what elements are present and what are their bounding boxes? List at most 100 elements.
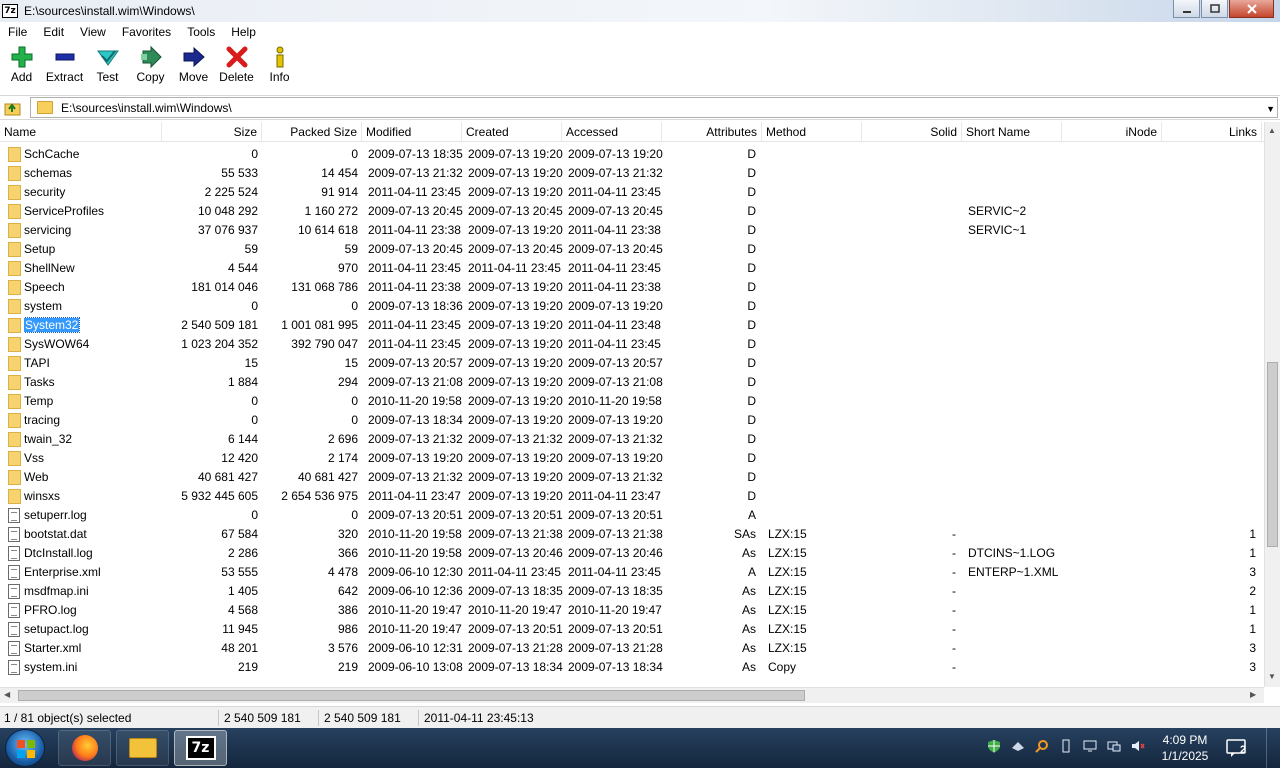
cell-solid: - [952, 641, 956, 655]
folder-row[interactable]: schemas 55 533 14 454 2009-07-13 21:32 2009-… [0, 164, 1264, 183]
folder-row[interactable]: twain_32 6 144 2 696 2009-07-13 21:32 2009-0… [0, 430, 1264, 449]
file-row[interactable]: setuperr.log 0 0 2009-07-13 20:51 2009-07-13… [0, 506, 1264, 525]
file-row[interactable]: setupact.log 11 945 986 2010-11-20 19:47 200… [0, 620, 1264, 639]
scroll-down-icon[interactable]: ▼ [1268, 672, 1276, 681]
cell-created: 2009-07-13 21:32 [468, 432, 563, 446]
7zip-app-icon[interactable]: 7z [2, 4, 18, 18]
folder-row[interactable]: Setup 59 59 2009-07-13 20:45 2009-07-13 20:4… [0, 240, 1264, 259]
status-divider [318, 710, 319, 726]
parent-folder-button[interactable] [0, 97, 26, 119]
file-row[interactable]: DtcInstall.log 2 286 366 2010-11-20 19:58 20… [0, 544, 1264, 563]
address-field[interactable]: E:\sources\install.wim\Windows\ ▼ [30, 97, 1278, 118]
cell-short-name: SERVIC~1 [968, 223, 1027, 237]
folder-row[interactable]: System32 2 540 509 181 1 001 081 995 2011-0… [0, 316, 1264, 335]
usb-icon[interactable] [1058, 738, 1074, 754]
cell-accessed: 2009-07-13 20:51 [568, 622, 663, 636]
folder-row[interactable]: SchCache 0 0 2009-07-13 18:35 2009-07-13 19:… [0, 145, 1264, 164]
cell-short-name [968, 145, 1062, 164]
folder-row[interactable]: ServiceProfiles 10 048 292 1 160 272 2009-0… [0, 202, 1264, 221]
close-button[interactable] [1229, 0, 1274, 18]
cell-created: 2009-07-13 19:20 [468, 394, 563, 408]
scroll-right-icon[interactable]: ▶ [1250, 690, 1256, 699]
folder-row[interactable]: Web 40 681 427 40 681 427 2009-07-13 21:32 2… [0, 468, 1264, 487]
header-name[interactable]: Name [0, 122, 162, 142]
copy-button[interactable]: Copy [129, 44, 172, 92]
file-row[interactable]: system.ini 219 219 2009-06-10 13:08 2009-07-… [0, 658, 1264, 677]
folder-row[interactable]: ShellNew 4 544 970 2011-04-11 23:45 2011-04-… [0, 259, 1264, 278]
menu-file[interactable]: File [0, 25, 35, 39]
folder-row[interactable]: Vss 12 420 2 174 2009-07-13 19:20 2009-07-13… [0, 449, 1264, 468]
minimize-button[interactable] [1173, 0, 1200, 18]
menu-favorites[interactable]: Favorites [114, 25, 179, 39]
extract-button[interactable]: Extract [43, 44, 86, 92]
chevron-down-icon[interactable]: ▼ [1266, 104, 1275, 114]
delete-button[interactable]: Delete [215, 44, 258, 92]
cell-modified: 2009-07-13 18:36 [368, 299, 463, 313]
header-size[interactable]: Size [162, 122, 262, 142]
network-icon[interactable] [1010, 738, 1026, 754]
menu-tools[interactable]: Tools [179, 25, 223, 39]
file-row[interactable]: bootstat.dat 67 584 320 2010-11-20 19:58 200… [0, 525, 1264, 544]
vertical-scrollbar[interactable]: ▲ ▼ [1264, 122, 1280, 687]
taskbar-firefox[interactable] [58, 730, 111, 766]
volume-muted-icon[interactable] [1130, 738, 1146, 754]
folder-row[interactable]: Tasks 1 884 294 2009-07-13 21:08 2009-07-13 … [0, 373, 1264, 392]
header-accessed[interactable]: Accessed [562, 122, 662, 142]
horizontal-scrollbar[interactable]: ◀ ▶ [0, 687, 1264, 703]
test-button[interactable]: Test [86, 44, 129, 92]
taskbar-file-explorer[interactable] [116, 730, 169, 766]
vertical-scroll-thumb[interactable] [1267, 362, 1278, 547]
horizontal-scroll-thumb[interactable] [18, 690, 805, 701]
cell-solid [862, 506, 956, 525]
move-button[interactable]: Move [172, 44, 215, 92]
cell-created: 2009-07-13 20:51 [468, 508, 563, 522]
start-button[interactable] [5, 729, 45, 767]
info-button[interactable]: Info [258, 44, 301, 92]
cell-short-name [968, 582, 1062, 601]
folder-row[interactable]: servicing 37 076 937 10 614 618 2011-04-11 … [0, 221, 1264, 240]
file-row[interactable]: Enterprise.xml 53 555 4 478 2009-06-10 12:3… [0, 563, 1264, 582]
file-row[interactable]: msdfmap.ini 1 405 642 2009-06-10 12:36 2009-… [0, 582, 1264, 601]
taskbar-clock[interactable]: 4:09 PM 1/1/2025 [1150, 732, 1220, 764]
header-short-name[interactable]: Short Name [962, 122, 1062, 142]
menu-help[interactable]: Help [223, 25, 264, 39]
folder-row[interactable]: Speech 181 014 046 131 068 786 2011-04-11 2… [0, 278, 1264, 297]
scroll-left-icon[interactable]: ◀ [4, 690, 10, 699]
header-attributes[interactable]: Attributes [662, 122, 762, 142]
folder-row[interactable]: winsxs 5 932 445 605 2 654 536 975 2011-04-… [0, 487, 1264, 506]
cell-name: Web [24, 468, 160, 487]
monitor-icon[interactable] [1106, 738, 1122, 754]
folder-row[interactable]: tracing 0 0 2009-07-13 18:34 2009-07-13 19:2… [0, 411, 1264, 430]
cell-accessed: 2009-07-13 20:57 [568, 356, 663, 370]
address-path: E:\sources\install.wim\Windows\ [61, 100, 232, 115]
file-row[interactable]: PFRO.log 4 568 386 2010-11-20 19:47 2010-11-… [0, 601, 1264, 620]
folder-row[interactable]: SysWOW64 1 023 204 352 392 790 047 2011-04-… [0, 335, 1264, 354]
notification-center-button[interactable]: 2 [1226, 738, 1248, 758]
header-solid[interactable]: Solid [862, 122, 962, 142]
add-button[interactable]: Add [0, 44, 43, 92]
folder-row[interactable]: system 0 0 2009-07-13 18:36 2009-07-13 19:20… [0, 297, 1264, 316]
shield-icon[interactable] [986, 738, 1002, 754]
header-packed-size[interactable]: Packed Size [262, 122, 362, 142]
cell-links [1162, 468, 1256, 487]
menu-edit[interactable]: Edit [35, 25, 72, 39]
header-method[interactable]: Method [762, 122, 862, 142]
menu-view[interactable]: View [72, 25, 114, 39]
folder-row[interactable]: Temp 0 0 2010-11-20 19:58 2009-07-13 19:20 20… [0, 392, 1264, 411]
file-row[interactable]: Starter.xml 48 201 3 576 2009-06-10 12:31 20… [0, 639, 1264, 658]
header-modified[interactable]: Modified [362, 122, 462, 142]
header-created[interactable]: Created [462, 122, 562, 142]
taskbar-7zip[interactable]: 7z [174, 730, 227, 766]
item-name: schemas [24, 166, 73, 180]
scroll-up-icon[interactable]: ▲ [1268, 126, 1276, 135]
header-inode[interactable]: iNode [1062, 122, 1162, 142]
show-desktop-button[interactable] [1266, 728, 1280, 768]
folder-row[interactable]: security 2 225 524 91 914 2011-04-11 23:45 2… [0, 183, 1264, 202]
display-icon[interactable] [1082, 738, 1098, 754]
folder-row[interactable]: TAPI 15 15 2009-07-13 20:57 2009-07-13 19:20… [0, 354, 1264, 373]
maximize-button[interactable] [1201, 0, 1228, 18]
header-links[interactable]: Links [1162, 122, 1262, 142]
search-icon[interactable] [1034, 738, 1050, 754]
cell-attributes: D [747, 242, 756, 256]
item-name: System32 [24, 317, 81, 333]
